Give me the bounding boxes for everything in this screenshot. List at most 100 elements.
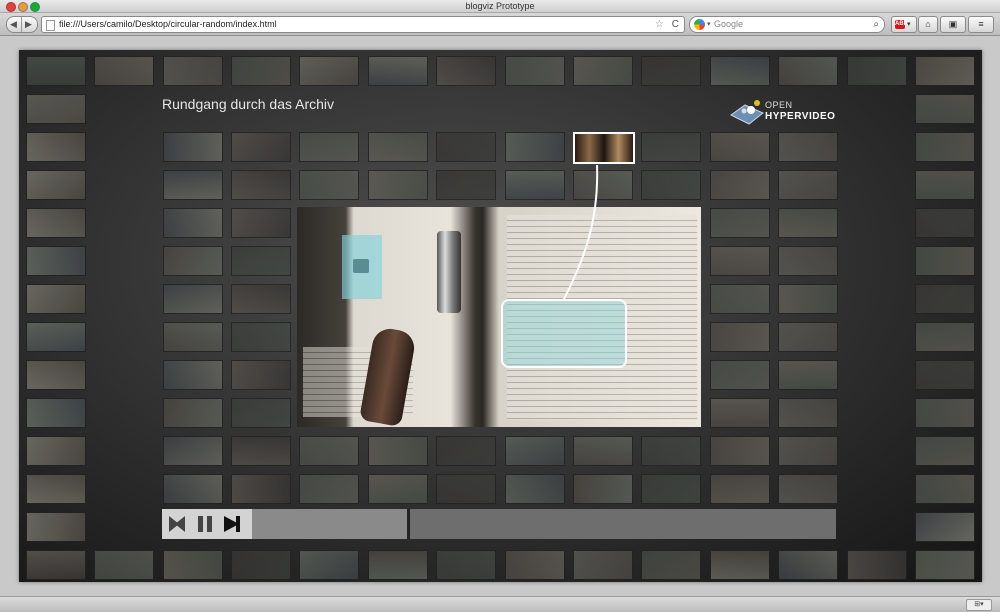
video-thumbnail[interactable] bbox=[436, 436, 496, 466]
video-thumbnail[interactable] bbox=[368, 132, 428, 162]
video-thumbnail[interactable] bbox=[641, 474, 701, 504]
video-thumbnail[interactable] bbox=[163, 550, 223, 580]
video-thumbnail[interactable] bbox=[436, 550, 496, 580]
video-thumbnail[interactable] bbox=[915, 436, 975, 466]
video-thumbnail[interactable] bbox=[710, 170, 770, 200]
video-thumbnail[interactable] bbox=[641, 550, 701, 580]
video-thumbnail[interactable] bbox=[915, 246, 975, 276]
bookmark-star-icon[interactable]: ☆ bbox=[655, 17, 664, 32]
video-thumbnail[interactable] bbox=[26, 170, 86, 200]
video-thumbnail[interactable] bbox=[778, 246, 838, 276]
video-thumbnail[interactable] bbox=[368, 56, 428, 86]
video-thumbnail[interactable] bbox=[299, 170, 359, 200]
video-thumbnail[interactable] bbox=[26, 56, 86, 86]
video-thumbnail[interactable] bbox=[915, 512, 975, 542]
video-thumbnail[interactable] bbox=[710, 550, 770, 580]
video-thumbnail[interactable] bbox=[231, 246, 291, 276]
annotation-hotspot[interactable] bbox=[501, 299, 627, 368]
video-thumbnail[interactable] bbox=[163, 132, 223, 162]
video-thumbnail[interactable] bbox=[778, 360, 838, 390]
video-thumbnail[interactable] bbox=[231, 360, 291, 390]
video-thumbnail[interactable] bbox=[26, 474, 86, 504]
video-thumbnail[interactable] bbox=[710, 322, 770, 352]
video-thumbnail[interactable] bbox=[915, 170, 975, 200]
video-thumbnail[interactable] bbox=[915, 132, 975, 162]
video-thumbnail[interactable] bbox=[94, 56, 154, 86]
video-thumbnail[interactable] bbox=[778, 322, 838, 352]
back-button[interactable]: ◀ bbox=[10, 18, 17, 31]
selected-thumbnail[interactable] bbox=[573, 132, 635, 164]
video-thumbnail[interactable] bbox=[26, 360, 86, 390]
menu-button[interactable]: ≡ bbox=[968, 16, 994, 33]
video-thumbnail[interactable] bbox=[231, 56, 291, 86]
video-thumbnail[interactable] bbox=[505, 474, 565, 504]
video-thumbnail[interactable] bbox=[847, 550, 907, 580]
video-thumbnail[interactable] bbox=[641, 132, 701, 162]
video-thumbnail[interactable] bbox=[368, 550, 428, 580]
video-thumbnail[interactable] bbox=[163, 284, 223, 314]
video-thumbnail[interactable] bbox=[163, 246, 223, 276]
video-thumbnail[interactable] bbox=[778, 170, 838, 200]
adblock-button[interactable]: ABP ▾ bbox=[891, 16, 917, 33]
video-thumbnail[interactable] bbox=[915, 56, 975, 86]
video-thumbnail[interactable] bbox=[368, 170, 428, 200]
video-thumbnail[interactable] bbox=[778, 398, 838, 428]
video-thumbnail[interactable] bbox=[231, 550, 291, 580]
forward-button[interactable]: ▶ bbox=[25, 18, 32, 31]
previous-icon[interactable] bbox=[167, 515, 187, 533]
video-thumbnail[interactable] bbox=[26, 208, 86, 238]
video-thumbnail[interactable] bbox=[299, 550, 359, 580]
video-thumbnail[interactable] bbox=[778, 474, 838, 504]
status-widget[interactable]: ⊞▾ bbox=[966, 599, 992, 611]
video-thumbnail[interactable] bbox=[231, 170, 291, 200]
search-field[interactable]: ▾ Google ⌕ bbox=[689, 16, 885, 33]
pause-icon[interactable] bbox=[195, 515, 215, 533]
video-thumbnail[interactable] bbox=[26, 436, 86, 466]
video-thumbnail[interactable] bbox=[299, 436, 359, 466]
video-thumbnail[interactable] bbox=[368, 436, 428, 466]
video-thumbnail[interactable] bbox=[915, 322, 975, 352]
video-thumbnail[interactable] bbox=[436, 474, 496, 504]
video-thumbnail[interactable] bbox=[163, 56, 223, 86]
video-thumbnail[interactable] bbox=[26, 550, 86, 580]
video-thumbnail[interactable] bbox=[163, 360, 223, 390]
video-thumbnail[interactable] bbox=[710, 436, 770, 466]
search-icon[interactable]: ⌕ bbox=[873, 17, 879, 32]
video-thumbnail[interactable] bbox=[26, 512, 86, 542]
video-thumbnail[interactable] bbox=[573, 436, 633, 466]
address-url[interactable]: file:///Users/camilo/Desktop/circular-ra… bbox=[59, 17, 277, 32]
video-thumbnail[interactable] bbox=[505, 56, 565, 86]
video-thumbnail[interactable] bbox=[778, 284, 838, 314]
video-thumbnail[interactable] bbox=[231, 208, 291, 238]
video-thumbnail[interactable] bbox=[231, 132, 291, 162]
video-thumbnail[interactable] bbox=[573, 170, 633, 200]
google-icon[interactable] bbox=[694, 19, 705, 30]
video-thumbnail[interactable] bbox=[163, 474, 223, 504]
video-thumbnail[interactable] bbox=[26, 322, 86, 352]
video-thumbnail[interactable] bbox=[710, 474, 770, 504]
video-thumbnail[interactable] bbox=[915, 284, 975, 314]
video-thumbnail[interactable] bbox=[231, 322, 291, 352]
video-thumbnail[interactable] bbox=[163, 170, 223, 200]
video-thumbnail[interactable] bbox=[915, 398, 975, 428]
video-thumbnail[interactable] bbox=[641, 56, 701, 86]
video-thumbnail[interactable] bbox=[641, 436, 701, 466]
video-thumbnail[interactable] bbox=[26, 132, 86, 162]
reload-icon[interactable]: C bbox=[672, 17, 679, 32]
progress-fill[interactable] bbox=[252, 509, 407, 539]
video-thumbnail[interactable] bbox=[163, 322, 223, 352]
video-thumbnail[interactable] bbox=[299, 132, 359, 162]
video-thumbnail[interactable] bbox=[710, 284, 770, 314]
video-thumbnail[interactable] bbox=[299, 474, 359, 504]
video-thumbnail[interactable] bbox=[710, 246, 770, 276]
video-thumbnail[interactable] bbox=[573, 56, 633, 86]
address-bar[interactable]: file:///Users/camilo/Desktop/circular-ra… bbox=[41, 16, 685, 33]
video-thumbnail[interactable] bbox=[573, 474, 633, 504]
video-thumbnail[interactable] bbox=[778, 550, 838, 580]
video-thumbnail[interactable] bbox=[915, 474, 975, 504]
video-thumbnail[interactable] bbox=[231, 398, 291, 428]
video-thumbnail[interactable] bbox=[915, 360, 975, 390]
video-thumbnail[interactable] bbox=[505, 550, 565, 580]
video-thumbnail[interactable] bbox=[368, 474, 428, 504]
chevron-down-icon[interactable]: ▾ bbox=[707, 17, 711, 32]
